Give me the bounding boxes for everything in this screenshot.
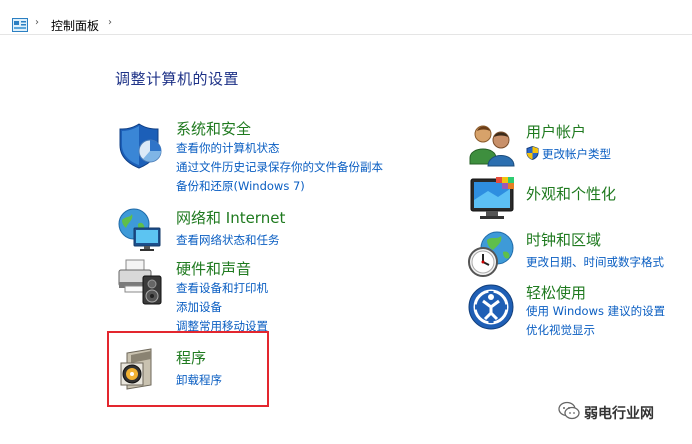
link-view-computer-status[interactable]: 查看你的计算机状态 [176, 140, 280, 156]
link-windows-recommended-settings[interactable]: 使用 Windows 建议的设置 [526, 303, 665, 319]
breadcrumb-separator[interactable]: › [35, 17, 39, 28]
globe-network-icon[interactable] [116, 206, 164, 254]
breadcrumb-control-panel[interactable]: 控制面板 [51, 17, 99, 34]
shield-pie-icon[interactable] [117, 121, 165, 169]
link-change-date-time-format[interactable]: 更改日期、时间或数字格式 [526, 254, 664, 270]
wechat-icon [558, 401, 580, 420]
link-view-network-status[interactable]: 查看网络状态和任务 [176, 232, 280, 248]
category-hardware-sound[interactable]: 硬件和声音 [176, 258, 251, 279]
ease-of-access-icon[interactable] [467, 283, 515, 331]
link-backup-restore[interactable]: 备份和还原(Windows 7) [176, 178, 305, 194]
link-add-device[interactable]: 添加设备 [176, 299, 222, 315]
page-title: 调整计算机的设置 [115, 70, 240, 88]
monitor-colors-icon[interactable] [468, 175, 516, 223]
category-user-accounts[interactable]: 用户帐户 [526, 121, 586, 142]
link-change-account-type[interactable]: 更改帐户类型 [542, 146, 611, 162]
users-icon[interactable] [468, 122, 516, 170]
clock-globe-icon[interactable] [467, 230, 515, 278]
control-panel-icon [12, 18, 28, 32]
breadcrumb-separator[interactable]: › [108, 17, 112, 28]
printer-speaker-icon[interactable] [116, 258, 164, 306]
uac-shield-icon [526, 146, 539, 160]
category-ease-of-access[interactable]: 轻松使用 [526, 282, 586, 303]
category-appearance[interactable]: 外观和个性化 [526, 183, 616, 204]
address-bar[interactable]: › 控制面板 › [0, 0, 692, 35]
category-system-security[interactable]: 系统和安全 [176, 118, 251, 139]
link-file-history[interactable]: 通过文件历史记录保存你的文件备份副本 [176, 159, 383, 175]
link-devices-printers[interactable]: 查看设备和打印机 [176, 280, 268, 296]
watermark-text: 弱电行业网 [584, 406, 654, 422]
category-network-internet[interactable]: 网络和 Internet [176, 207, 285, 228]
highlight-box [107, 331, 269, 407]
category-clock-region[interactable]: 时钟和区域 [526, 229, 601, 250]
link-optimize-visual-display[interactable]: 优化视觉显示 [526, 322, 595, 338]
